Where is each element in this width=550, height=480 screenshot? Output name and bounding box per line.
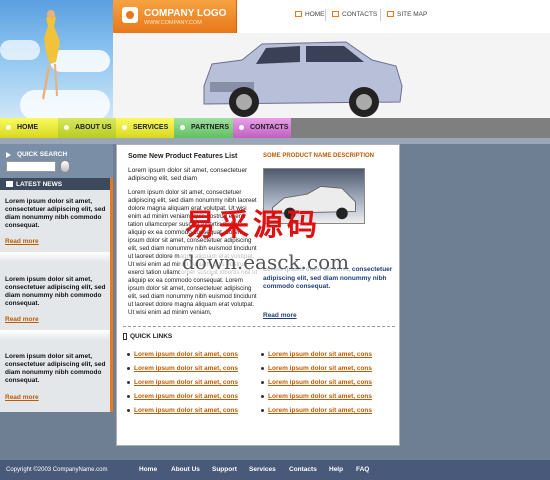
top-nav: HOME CONTACTS SITE MAP: [237, 0, 550, 33]
quick-links-title: QUICK LINKS: [130, 333, 173, 340]
quick-link[interactable]: Lorem ipsum dolor sit amet, cons: [260, 351, 372, 358]
copyright: Copyright ©2003 CompanyName.com: [6, 467, 108, 473]
nav-contacts[interactable]: CONTACTS: [233, 118, 291, 138]
footer-link-support[interactable]: Support: [212, 466, 237, 473]
suv-photo: [203, 41, 403, 117]
watermark-chinese: 易采源码: [185, 208, 321, 243]
logo[interactable]: COMPANY LOGO WWW.COMPANY.COM: [113, 0, 237, 33]
bullet-icon: [6, 125, 11, 130]
product-title: SOME PRODUCT NAME DESCRIPTION: [263, 153, 375, 159]
search-button[interactable]: [60, 160, 70, 173]
news-separator: [0, 252, 110, 262]
quick-link[interactable]: Lorem ipsum dolor sit amet, cons: [126, 365, 238, 372]
logo-subtitle: WWW.COMPANY.COM: [144, 20, 202, 26]
document-icon: [123, 333, 127, 340]
divider: [380, 9, 381, 21]
nav-home[interactable]: HOME: [0, 118, 58, 138]
topnav-home-link[interactable]: HOME: [295, 11, 325, 18]
quick-link[interactable]: Lorem ipsum dolor sit amet, cons: [126, 379, 238, 386]
read-more-link[interactable]: Read more: [5, 316, 39, 323]
quick-link[interactable]: Lorem ipsum dolor sit amet, cons: [260, 407, 372, 414]
bullet-icon: [122, 125, 127, 130]
footer-link-faq[interactable]: FAQ: [356, 466, 369, 473]
footer-link-help[interactable]: Help: [329, 466, 343, 473]
nav-about-us[interactable]: ABOUT US: [58, 118, 116, 138]
divider: [325, 9, 326, 21]
news-icon: [6, 181, 13, 187]
left-sidebar: QUICK SEARCH LATEST NEWS Lorem ipsum dol…: [0, 144, 113, 412]
latest-news: LATEST NEWS Lorem ipsum dolor sit amet, …: [0, 178, 113, 412]
news-item: Lorem ipsum dolor sit amet, consectetuer…: [5, 198, 106, 229]
arrow-icon: [6, 152, 11, 158]
quick-link[interactable]: Lorem ipsum dolor sit amet, cons: [126, 351, 238, 358]
quick-link[interactable]: Lorem ipsum dolor sit amet, cons: [126, 393, 238, 400]
read-more-link[interactable]: Read more: [5, 238, 39, 245]
main-nav: HOME ABOUT US SERVICES PARTNERS CONTACTS: [0, 118, 550, 138]
quick-link[interactable]: Lorem ipsum dolor sit amet, cons: [260, 365, 372, 372]
main-content: Some New Product Features List Lorem ips…: [116, 144, 400, 446]
latest-news-title: LATEST NEWS: [16, 181, 63, 188]
footer-link-contacts[interactable]: Contacts: [289, 466, 317, 473]
product-read-more-link[interactable]: Read more: [263, 312, 297, 319]
news-separator: [0, 330, 110, 340]
logo-title: COMPANY LOGO: [144, 8, 227, 19]
quick-search-title: QUICK SEARCH: [17, 151, 68, 158]
search-input[interactable]: [6, 161, 56, 172]
read-more-link[interactable]: Read more: [5, 394, 39, 401]
quick-search: QUICK SEARCH: [0, 144, 113, 178]
quick-link[interactable]: Lorem ipsum dolor sit amet, cons: [260, 379, 372, 386]
topnav-contacts-link[interactable]: CONTACTS: [332, 11, 377, 18]
features-intro: Lorem ipsum dolor sit amet, consectetuer…: [128, 167, 248, 182]
news-item: Lorem ipsum dolor sit amet, consectetuer…: [5, 276, 106, 307]
header: COMPANY LOGO WWW.COMPANY.COM HOME CONTAC…: [0, 0, 550, 118]
bullet-icon: [239, 125, 244, 130]
watermark-url: down.easck.com: [180, 250, 352, 274]
mail-icon: [332, 11, 339, 17]
latest-news-header: LATEST NEWS: [0, 178, 110, 190]
topnav-sitemap-link[interactable]: SITE MAP: [387, 11, 427, 18]
footer-link-services[interactable]: Services: [249, 466, 276, 473]
product-column: SOME PRODUCT NAME DESCRIPTION Lorem ipsu…: [263, 152, 395, 319]
news-item: Lorem ipsum dolor sit amet, consectetuer…: [5, 353, 106, 384]
footer: Copyright ©2003 CompanyName.com Home Abo…: [0, 460, 550, 480]
sitemap-icon: [387, 11, 394, 17]
nav-services[interactable]: SERVICES: [116, 118, 174, 138]
flying-woman-illustration: [42, 10, 60, 100]
quick-link[interactable]: Lorem ipsum dolor sit amet, cons: [260, 393, 372, 400]
home-icon: [295, 11, 302, 17]
logo-icon: [122, 7, 138, 23]
footer-link-about-us[interactable]: About Us: [171, 466, 200, 473]
divider: [123, 326, 395, 327]
bullet-icon: [180, 125, 185, 130]
bullet-icon: [64, 125, 69, 130]
nav-partners[interactable]: PARTNERS: [174, 118, 233, 138]
features-title: Some New Product Features List: [128, 153, 238, 160]
footer-link-home[interactable]: Home: [139, 466, 157, 473]
quick-link[interactable]: Lorem ipsum dolor sit amet, cons: [126, 407, 238, 414]
